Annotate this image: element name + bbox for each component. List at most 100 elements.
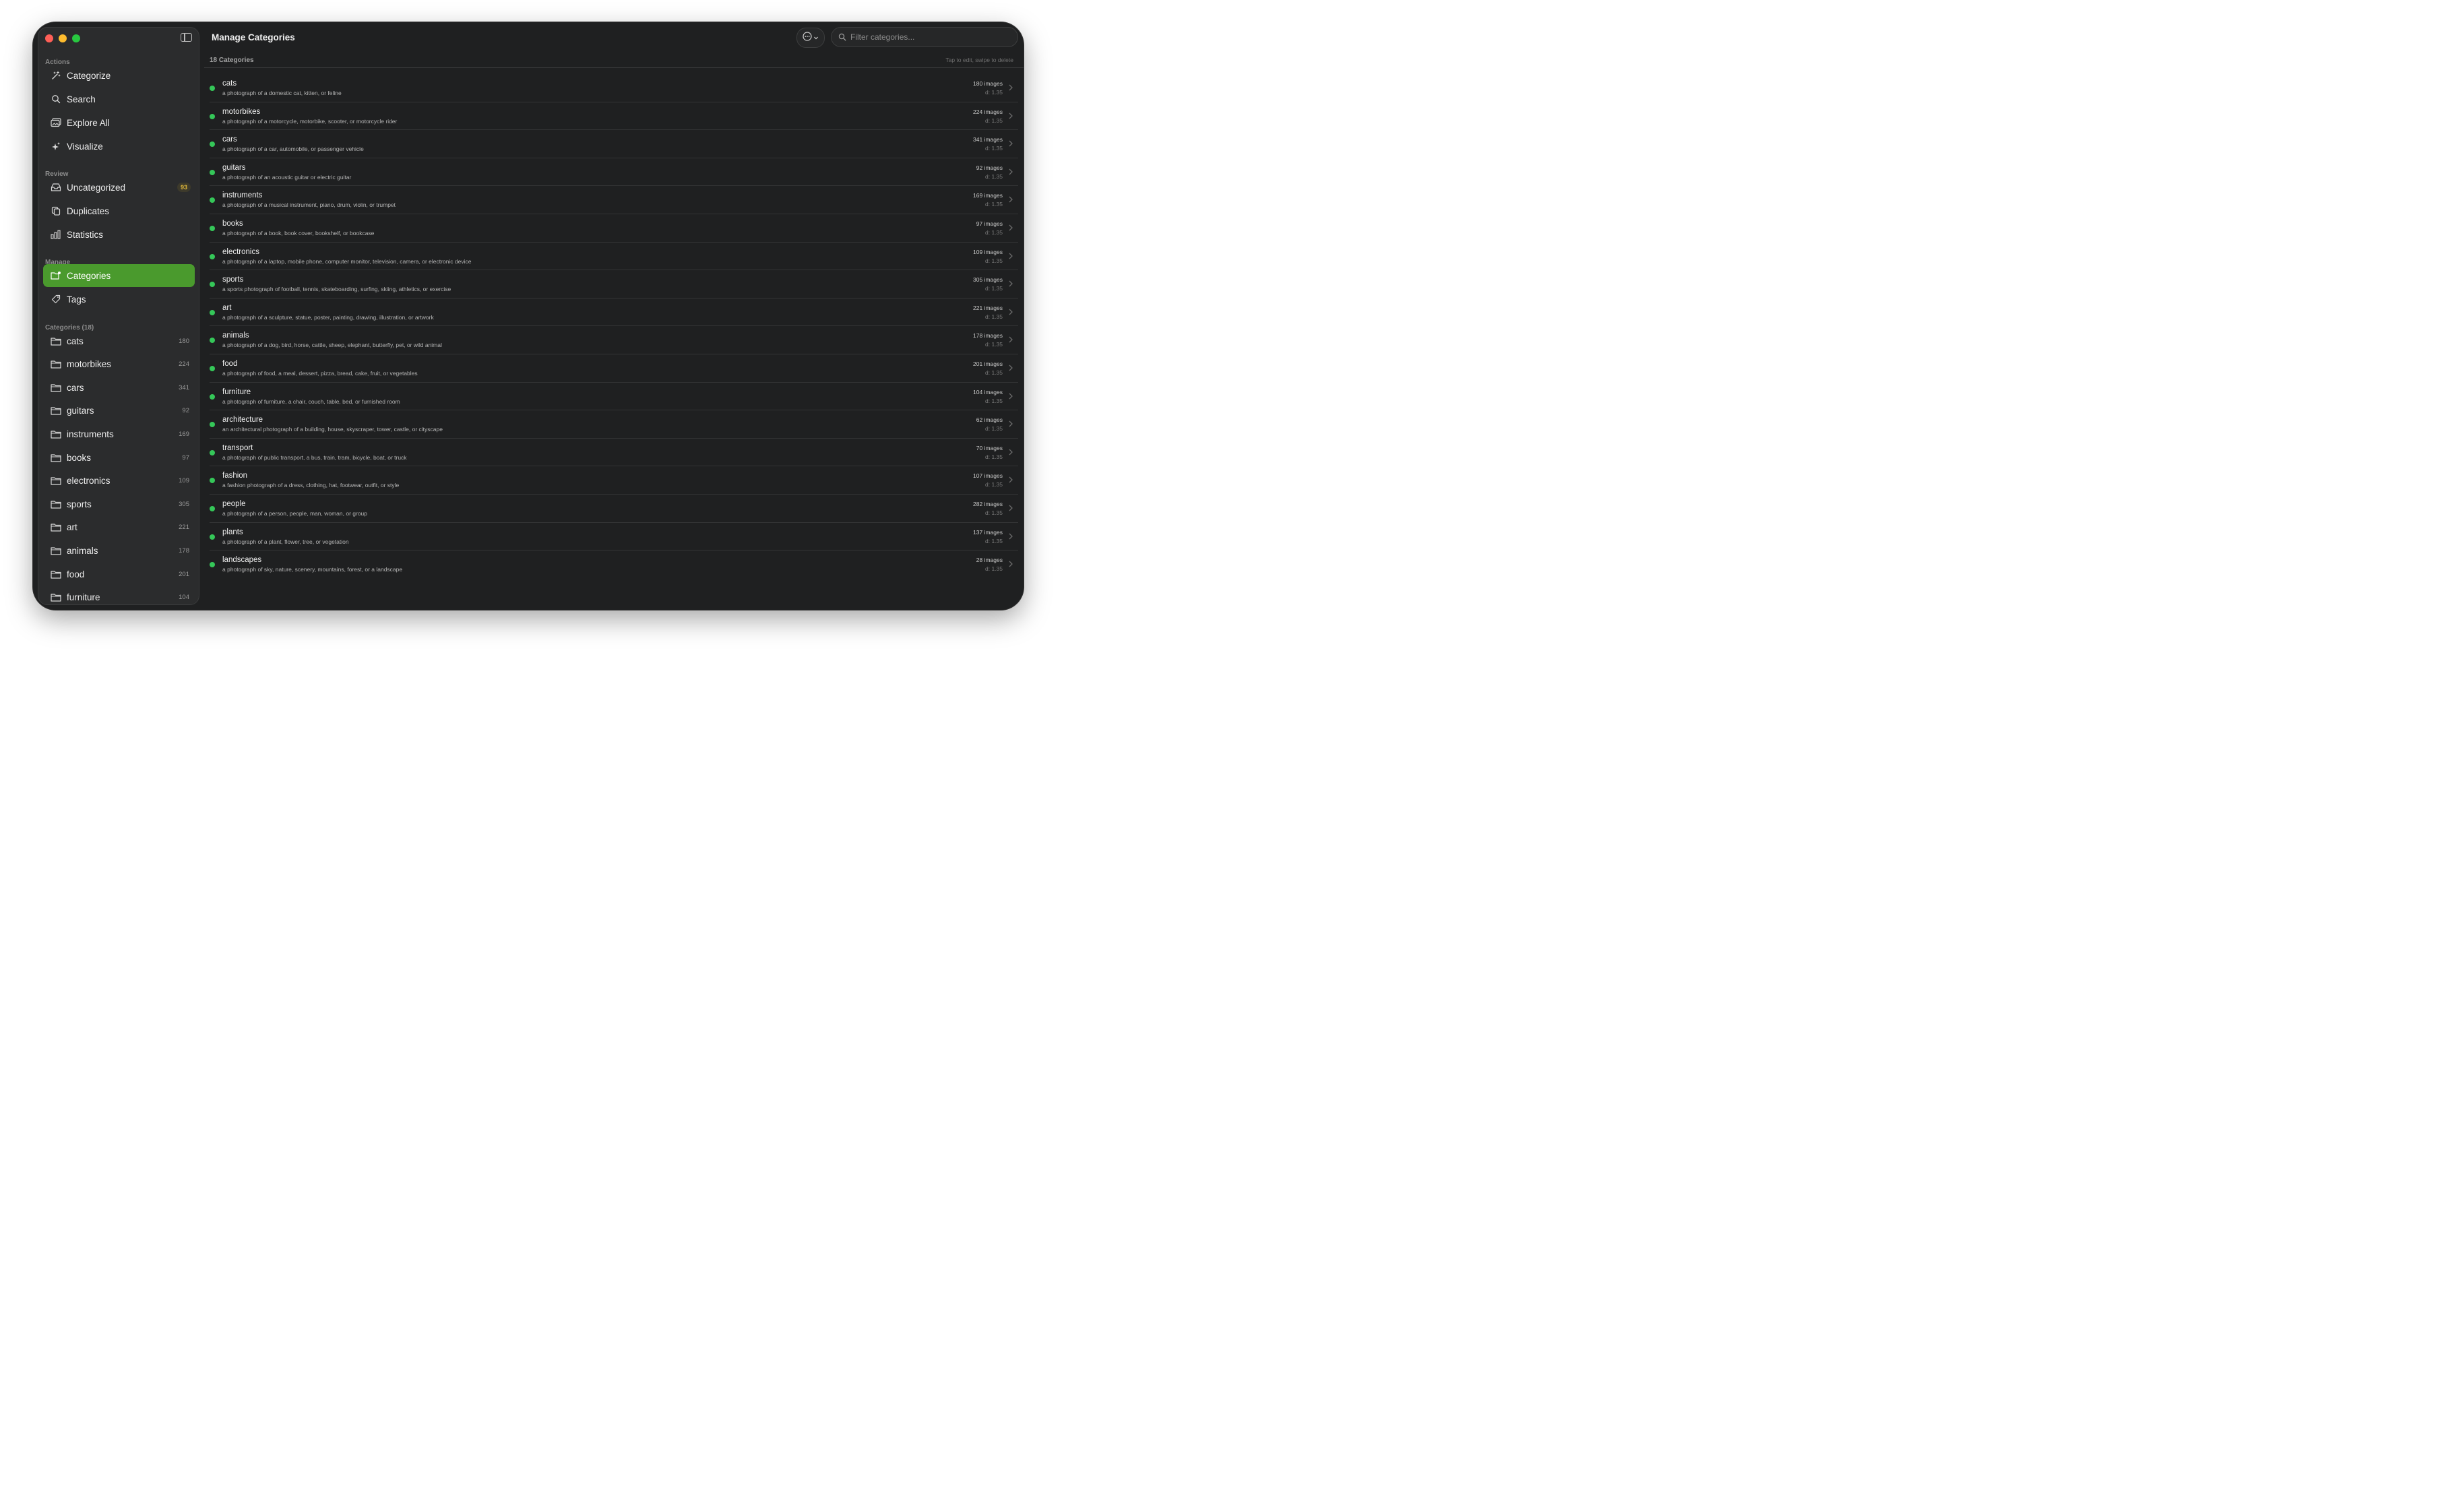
category-prompt: a photograph of public transport, a bus,… [222,453,407,461]
category-row[interactable]: plants a photograph of a plant, flower, t… [210,523,1018,551]
image-count: 180 images [973,80,1003,87]
chevron-right-icon [1009,253,1013,259]
search-icon [838,33,846,41]
image-count: 109 images [973,248,1003,255]
category-prompt: a photograph of a motorcycle, motorbike,… [222,117,398,125]
status-dot [210,338,215,344]
category-name: guitars [222,163,246,172]
sidebar-category-art[interactable]: art 221 [43,516,195,539]
sidebar-toggle-icon[interactable] [181,33,192,42]
close-window-button[interactable] [45,34,53,42]
sidebar-category-motorbikes[interactable]: motorbikes 224 [43,353,195,376]
sidebar-item-visualize[interactable]: Visualize [43,135,195,158]
category-row[interactable]: fashion a fashion photograph of a dress, … [210,466,1018,495]
sidebar-category-cars[interactable]: cars 341 [43,376,195,399]
sidebar-item-label: Duplicates [67,206,110,216]
category-row[interactable]: landscapes a photograph of sky, nature, s… [210,550,1018,578]
ellipsis-circle-icon [803,31,812,44]
magic-wand-icon [50,69,62,82]
sidebar-category-animals[interactable]: animals 178 [43,539,195,562]
sidebar-item-statistics[interactable]: Statistics [43,223,195,246]
category-row[interactable]: instruments a photograph of a musical ins… [210,186,1018,214]
distance-value: d: 1.35 [985,228,1003,236]
image-count: 305 images [973,276,1003,284]
category-name: furniture [222,387,251,396]
sidebar-category-cats[interactable]: cats 180 [43,329,195,352]
chevron-right-icon [1009,224,1013,231]
sidebar-category-count: 221 [179,524,189,532]
category-row[interactable]: books a photograph of a book, book cover,… [210,214,1018,243]
chevron-right-icon [1009,168,1013,175]
category-row[interactable]: guitars a photograph of an acoustic guita… [210,158,1018,187]
category-row[interactable]: sports a sports photograph of football, t… [210,270,1018,298]
category-row[interactable]: architecture an architectural photograph … [210,410,1018,439]
status-dot [210,505,215,511]
category-row[interactable]: cats a photograph of a domestic cat, kitt… [210,74,1018,102]
category-prompt: a photograph of food, a meal, dessert, p… [222,369,418,377]
sidebar-item-explore-all[interactable]: Explore All [43,111,195,134]
category-row[interactable]: art a photograph of a sculpture, statue, … [210,298,1018,327]
category-prompt: an architectural photograph of a buildin… [222,426,443,433]
category-prompt: a photograph of a sculpture, statue, pos… [222,313,434,321]
sparkles-icon [50,140,62,152]
duplicate-icon [50,205,62,217]
distance-value: d: 1.35 [985,145,1003,152]
image-count: 341 images [973,136,1003,144]
sidebar-item-categorize[interactable]: Categorize [43,64,195,87]
sidebar-item-label: Search [67,94,96,104]
category-name: animals [222,332,249,340]
distance-value: d: 1.35 [985,313,1003,320]
sidebar-item-tags[interactable]: Tags [43,288,195,311]
category-row[interactable]: electronics a photograph of a laptop, mob… [210,243,1018,271]
status-dot [210,86,215,91]
sidebar-category-instruments[interactable]: instruments 169 [43,422,195,445]
category-prompt: a photograph of a book, book cover, book… [222,229,375,237]
sidebar-item-label: Statistics [67,229,104,240]
zoom-window-button[interactable] [72,34,80,42]
distance-value: d: 1.35 [985,369,1003,376]
chevron-right-icon [1009,196,1013,203]
status-dot [210,365,215,371]
folder-icon [50,358,62,371]
sidebar-category-books[interactable]: books 97 [43,446,195,469]
status-dot [210,169,215,175]
sidebar-category-electronics[interactable]: electronics 109 [43,470,195,493]
category-row[interactable]: transport a photograph of public transpor… [210,439,1018,467]
distance-value: d: 1.35 [985,257,1003,264]
category-name: food [222,359,238,368]
sidebar-category-furniture[interactable]: furniture 104 [43,586,195,604]
status-dot [210,282,215,288]
more-options-button[interactable] [796,28,825,48]
sidebar-item-duplicates[interactable]: Duplicates [43,199,195,222]
category-name: fashion [222,472,248,480]
sidebar-item-search[interactable]: Search [43,88,195,111]
chevron-right-icon [1009,561,1013,567]
category-row[interactable]: furniture a photograph of furniture, a ch… [210,383,1018,411]
minimize-window-button[interactable] [59,34,67,42]
category-row[interactable]: cars a photograph of a car, automobile, o… [210,130,1018,158]
status-dot [210,113,215,119]
search-input[interactable] [849,32,1007,42]
category-name: landscapes [222,556,262,565]
category-row[interactable]: motorbikes a photograph of a motorcycle, … [210,102,1018,131]
sidebar-category-sports[interactable]: sports 305 [43,493,195,515]
sidebar-category-guitars[interactable]: guitars 92 [43,400,195,422]
sidebar-category-count: 224 [179,360,189,369]
category-row[interactable]: food a photograph of food, a meal, desser… [210,354,1018,383]
chevron-right-icon [1009,140,1013,147]
category-row[interactable]: people a photograph of a person, people, … [210,495,1018,523]
chevron-right-icon [1009,365,1013,371]
sidebar-category-count: 305 [179,500,189,508]
sidebar-category-food[interactable]: food 201 [43,563,195,586]
sidebar-item-uncategorized[interactable]: Uncategorized 93 [43,176,195,199]
image-count: 92 images [976,164,1003,171]
folder-icon [50,428,62,440]
sidebar-item-label: Categories [67,270,111,281]
category-name: art [222,303,232,312]
distance-value: d: 1.35 [985,341,1003,348]
sidebar-item-categories[interactable]: Categories [43,264,195,287]
category-row[interactable]: animals a photograph of a dog, bird, hors… [210,326,1018,354]
chevron-right-icon [1009,533,1013,539]
search-field[interactable] [831,27,1018,47]
sidebar-category-count: 169 [179,430,189,438]
